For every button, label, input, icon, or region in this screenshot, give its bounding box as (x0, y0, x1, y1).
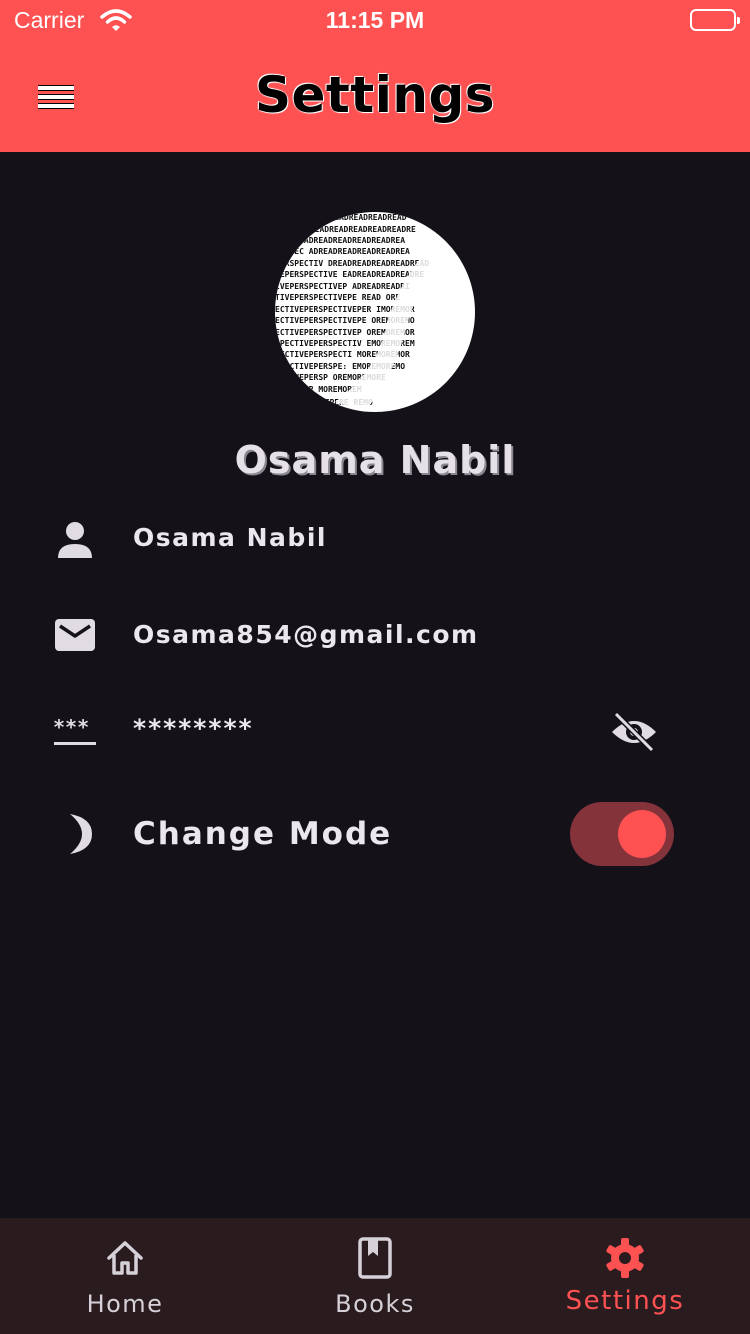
nav-label-settings: Settings (565, 1286, 685, 1316)
svg-text:ERSPEC ADREADREADREADREADRE: ERSPEC ADREADREADREADREADREA (275, 247, 410, 256)
profile-name: Osama Nabil (234, 438, 516, 482)
email-value: Osama854@gmail.com (133, 620, 479, 649)
mail-icon (52, 615, 98, 660)
svg-text:***: *** (53, 715, 89, 739)
status-bar: Carrier 11:15 PM (0, 0, 750, 40)
nav-item-books[interactable]: Books (250, 1218, 500, 1334)
toggle-knob (618, 810, 666, 858)
status-time: 11:15 PM (325, 7, 425, 33)
change-mode-label: Change Mode (133, 816, 393, 852)
visibility-off-icon[interactable] (608, 710, 660, 754)
moon-icon (56, 812, 96, 861)
avatar-image: EADREADREADREADREAD DREADREADREADREADREA… (275, 213, 445, 412)
book-icon (353, 1236, 397, 1280)
app-header: Carrier 11:15 PM Settings (0, 0, 750, 152)
nav-label-home: Home (86, 1290, 164, 1318)
svg-text:PERSPECTIV DREADREADREADREADR: PERSPECTIV DREADREADREADREADREAD (275, 259, 429, 268)
avatar[interactable]: EADREADREADREADREAD DREADREADREADREADREA… (275, 212, 475, 412)
battery-icon (690, 9, 740, 31)
password-icon: *** (52, 714, 98, 755)
nav-item-home[interactable]: Home (0, 1218, 250, 1334)
password-value: ******** (133, 714, 254, 743)
person-icon (52, 520, 98, 565)
change-mode-row: Change Mode (0, 802, 750, 868)
svg-text:EADREADREADREADREAD: EADREADREADREADREAD (315, 213, 407, 222)
svg-text:VEPERSPECTIVE EADREADREADREAD: VEPERSPECTIVE EADREADREADREADRE (275, 270, 424, 279)
home-icon (103, 1236, 147, 1280)
bottom-nav: Home Books Settings (0, 1218, 750, 1334)
username-value: Osama Nabil (133, 523, 327, 552)
dark-mode-toggle[interactable] (570, 802, 674, 866)
svg-text:IVEPERSPECTIVEP ADREADREADRI: IVEPERSPECTIVEP ADREADREADRI (275, 282, 410, 291)
page-title: Settings (254, 66, 495, 124)
email-row[interactable]: Osama854@gmail.com (0, 612, 750, 662)
username-row[interactable]: Osama Nabil (0, 515, 750, 565)
password-row[interactable]: *** ******** (0, 708, 750, 758)
svg-text:DREADREADREADREADREADRE: DREADREADREADREADREADRE (305, 225, 416, 234)
nav-label-books: Books (335, 1290, 415, 1318)
svg-text:TIVEPERSPECTIVEPE READ OR: TIVEPERSPECTIVEPE READ ORE (275, 293, 400, 302)
gear-icon (603, 1236, 647, 1280)
svg-text:PE: READREADREADREADREADREA: PE: READREADREADREADREADREA (275, 236, 405, 245)
nav-item-settings[interactable]: Settings (500, 1218, 750, 1334)
